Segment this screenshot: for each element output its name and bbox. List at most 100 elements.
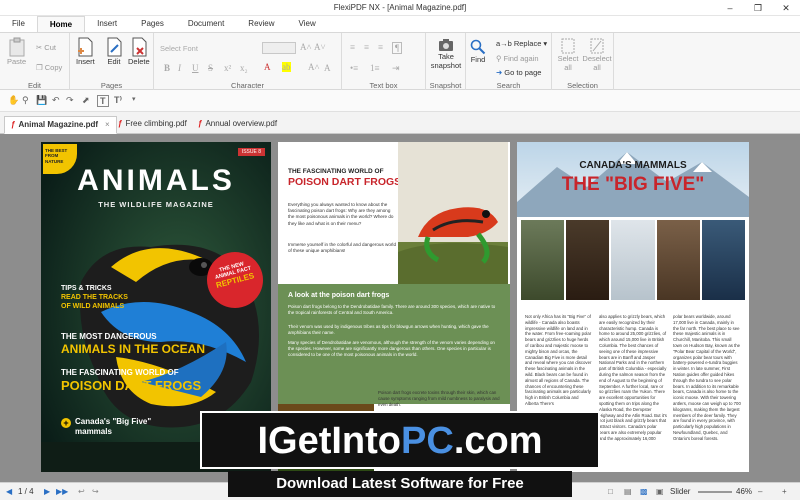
find-again-button[interactable]: ⚲ Find again: [496, 54, 539, 63]
select-all-button[interactable]: Select all: [555, 38, 581, 72]
menu-document[interactable]: Document: [176, 16, 236, 32]
paragraph-icon[interactable]: ¶: [392, 42, 403, 54]
clipboard-icon: [9, 37, 25, 57]
bison-photo: [656, 220, 700, 300]
align-right-icon[interactable]: ≡: [378, 42, 383, 52]
frogs-intro-2: Immerse yourself in the colorful and dan…: [288, 242, 397, 254]
menu-pages[interactable]: Pages: [129, 16, 176, 32]
delete-page-label: Delete: [128, 57, 150, 66]
insert-page-button[interactable]: Insert: [76, 37, 95, 66]
font-shrink-icon[interactable]: A: [324, 63, 331, 73]
tab-animal-magazine[interactable]: ƒ Animal Magazine.pdf ×: [4, 116, 117, 134]
camera-icon: [439, 39, 453, 51]
align-center-icon[interactable]: ≡: [364, 42, 369, 52]
tips-line-1: TIPS & TRICKS: [61, 285, 112, 292]
text-tool-icon[interactable]: T: [97, 95, 109, 107]
deselect-all-button[interactable]: Deselect all: [582, 38, 612, 72]
tab-annual-overview[interactable]: ƒ Annual overview.pdf: [192, 116, 283, 134]
underline-icon[interactable]: U: [192, 63, 199, 73]
single-page-icon[interactable]: □: [608, 487, 613, 496]
italic-icon[interactable]: I: [178, 63, 181, 73]
font-color-icon[interactable]: A: [264, 62, 271, 72]
restore-icon[interactable]: ❐: [744, 0, 772, 16]
ribbon: Paste ✂ Cut ❐ Copy Edit Insert Edit Delete…: [0, 32, 800, 91]
facing-pages-icon[interactable]: ▩: [640, 487, 648, 496]
menu-file[interactable]: File: [0, 16, 37, 32]
zoom-out-icon[interactable]: –: [758, 487, 762, 496]
edit-page-button[interactable]: Edit: [106, 37, 122, 66]
moose-photo: [521, 220, 565, 300]
close-icon[interactable]: ×: [105, 120, 110, 133]
tab-label: Annual overview.pdf: [205, 119, 278, 128]
font-size-select[interactable]: [262, 42, 296, 54]
pages-group-label: Pages: [100, 81, 123, 90]
window-controls: – ❐ ✕: [716, 0, 800, 16]
world-line-2: POISON DART FROGS: [61, 378, 202, 393]
hand-tool-icon[interactable]: ✋: [8, 95, 19, 106]
last-page-icon[interactable]: ▶▶: [56, 487, 68, 496]
highlight-icon[interactable]: ab: [282, 62, 291, 72]
replace-button[interactable]: a→b Replace ▾: [496, 39, 547, 48]
save-icon[interactable]: 💾: [36, 95, 47, 106]
delete-page-button[interactable]: Delete: [128, 37, 150, 66]
font-grow-icon[interactable]: A˄: [308, 62, 320, 72]
page-back-icon[interactable]: ↩: [78, 487, 85, 496]
edit-group: Paste ✂ Cut ❐ Copy Edit: [0, 33, 70, 91]
paste-button[interactable]: Paste: [7, 37, 26, 66]
frog-photo: [398, 142, 508, 284]
canada-line-2: mammals: [75, 427, 112, 436]
window-title: FlexiPDF NX - [Animal Magazine.pdf]: [333, 3, 467, 12]
select-tool-icon[interactable]: ⬈: [82, 95, 90, 106]
tips-line-2: READ THE TRACKS: [61, 294, 128, 301]
text-edit-icon[interactable]: T⁾: [114, 95, 122, 106]
issue-badge: ISSUE 8: [237, 148, 265, 156]
undo-icon[interactable]: ↶: [52, 95, 60, 106]
textbox-group-label: Text box: [369, 81, 398, 90]
indent-icon[interactable]: ⇥: [392, 63, 400, 74]
menu-home[interactable]: Home: [36, 16, 86, 32]
look-paragraph-1: Poison dart frogs belong to the Dendroba…: [288, 304, 496, 316]
menu-view[interactable]: View: [287, 16, 328, 32]
menu-insert[interactable]: Insert: [85, 16, 129, 32]
find-button[interactable]: Find: [470, 39, 486, 64]
canada-heading-1: CANADA'S MAMMALS: [579, 160, 687, 171]
bullet-list-icon[interactable]: •≡: [350, 63, 358, 73]
superscript-icon[interactable]: x²: [224, 63, 231, 73]
cover-title: ANIMALS: [77, 164, 235, 197]
fit-page-icon[interactable]: ▣: [656, 487, 664, 496]
side-text-1: Poison dart frogs excrete toxins through…: [378, 390, 500, 407]
bear-photo: [566, 220, 610, 300]
shrink-font-icon[interactable]: A˅: [314, 42, 326, 52]
zoom-slider[interactable]: [698, 491, 732, 493]
menu-review[interactable]: Review: [236, 16, 286, 32]
strikethrough-icon[interactable]: S: [208, 63, 213, 73]
redo-icon[interactable]: ↷: [66, 95, 74, 106]
insert-page-icon: [78, 37, 93, 57]
customize-icon[interactable]: ▾: [132, 95, 136, 103]
watermark-tagline: Download Latest Software for Free: [276, 475, 524, 492]
close-icon[interactable]: ✕: [772, 0, 800, 16]
take-snapshot-button[interactable]: Take snapshot: [429, 38, 463, 70]
zoom-tool-icon[interactable]: ⚲: [22, 95, 29, 106]
page-forward-icon[interactable]: ↪: [92, 487, 99, 496]
first-page-icon[interactable]: ◀: [6, 487, 12, 496]
subscript-icon[interactable]: x₂: [240, 63, 248, 73]
cut-button[interactable]: ✂ Cut: [36, 43, 56, 52]
page-indicator[interactable]: 1 / 4: [18, 487, 34, 496]
font-select[interactable]: Select Font: [160, 43, 255, 54]
minimize-icon[interactable]: –: [716, 0, 744, 16]
continuous-icon[interactable]: ▤: [624, 487, 632, 496]
align-left-icon[interactable]: ≡: [350, 42, 355, 52]
goto-page-button[interactable]: ➜ Go to page: [496, 68, 541, 77]
grow-font-icon[interactable]: A˄: [300, 42, 312, 52]
zoom-in-icon[interactable]: +: [782, 487, 787, 496]
bold-icon[interactable]: B: [164, 63, 170, 73]
paste-label: Paste: [7, 57, 27, 66]
number-list-icon[interactable]: 1≡: [370, 63, 380, 73]
next-page-icon[interactable]: ▶: [44, 487, 50, 496]
look-paragraph-3: Many species of Dendrobatidae are venomo…: [288, 340, 495, 358]
tab-free-climbing[interactable]: ƒ Free climbing.pdf: [112, 116, 193, 134]
tab-label: Animal Magazine.pdf: [18, 120, 99, 129]
dangerous-line-2: ANIMALS IN THE OCEAN: [61, 342, 205, 356]
copy-button[interactable]: ❐ Copy: [36, 63, 62, 72]
